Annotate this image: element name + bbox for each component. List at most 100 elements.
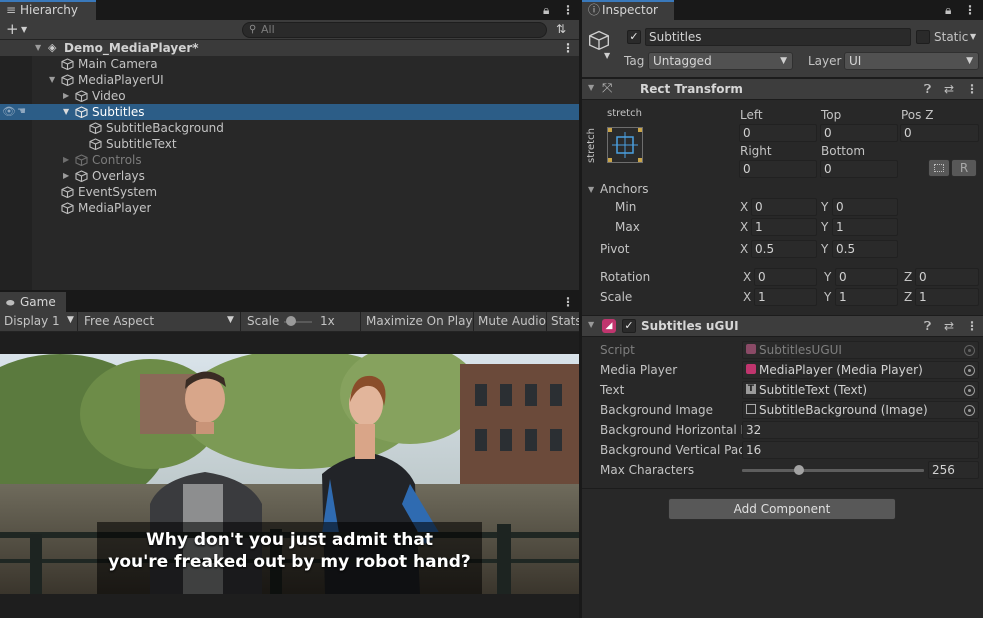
scene-row[interactable]: ▼ ◈ Demo_MediaPlayer* ⋮ [0, 40, 579, 56]
tag-dropdown[interactable]: Untagged ▼ [648, 52, 793, 70]
max-characters-slider-track[interactable] [742, 469, 924, 472]
subtitles-ugui-header[interactable]: ▼ ◢ ✓ Subtitles uGUI ❓︎ ⇄ ⋮ [582, 315, 983, 337]
collapse-arrow-icon[interactable]: ▶ [63, 152, 73, 168]
collapse-arrow-icon[interactable]: ▶ [63, 88, 73, 104]
help-icon[interactable]: ❓︎ [924, 319, 931, 334]
hierarchy-item-video[interactable]: ▶ Video [0, 88, 579, 104]
hierarchy-item-subtitletext[interactable]: SubtitleText [0, 136, 579, 152]
add-dropdown-icon[interactable]: ▼ [21, 21, 27, 39]
layer-dropdown[interactable]: UI ▼ [844, 52, 979, 70]
game-viewport[interactable]: Why don't you just admit that you're fre… [0, 354, 579, 594]
object-name-field[interactable]: Subtitles [645, 28, 911, 46]
search-input[interactable]: ⚲ All [242, 22, 547, 38]
search-placeholder: All [261, 23, 275, 36]
expand-arrow-icon[interactable]: ▼ [63, 104, 73, 120]
min-y-field[interactable]: 0 [832, 198, 898, 216]
visibility-eye-icon[interactable]: 👁︎ [2, 104, 16, 120]
scale-x-field[interactable]: 1 [754, 288, 817, 306]
pivot-y-field[interactable]: 0.5 [832, 240, 898, 258]
background-image-field[interactable]: SubtitleBackground (Image) [742, 401, 979, 419]
scale-z-field[interactable]: 1 [915, 288, 979, 306]
right-field[interactable]: 0 [739, 160, 817, 178]
hierarchy-item-controls[interactable]: ▶ Controls [0, 152, 579, 168]
rot-z-field[interactable]: 0 [915, 268, 979, 286]
item-label: MediaPlayer [78, 201, 152, 215]
display-dropdown[interactable]: Display 1 ▼ [0, 312, 78, 331]
kebab-menu-icon[interactable]: ⋮ [562, 292, 574, 312]
left-field[interactable]: 0 [739, 124, 817, 142]
active-checkbox[interactable]: ✓ [627, 30, 641, 44]
icon-dropdown-icon[interactable]: ▼ [604, 51, 610, 60]
object-picker-icon[interactable] [964, 385, 975, 396]
item-label: EventSystem [78, 185, 158, 199]
collapse-arrow-icon[interactable]: ▶ [63, 168, 73, 184]
raw-edit-button[interactable]: R [951, 159, 977, 177]
object-picker-icon[interactable] [964, 405, 975, 416]
component-enabled-checkbox[interactable]: ✓ [622, 319, 636, 333]
min-x-field[interactable]: 0 [751, 198, 817, 216]
tab-inspector[interactable]: ⓘ Inspector [582, 0, 674, 20]
bottom-field[interactable]: 0 [820, 160, 898, 178]
maximize-on-play-toggle[interactable]: Maximize On Play [360, 312, 473, 331]
rot-y-field[interactable]: 0 [835, 268, 898, 286]
max-x-field[interactable]: 1 [751, 218, 817, 236]
rot-x-field[interactable]: 0 [754, 268, 817, 286]
kebab-menu-icon[interactable]: ⋮ [964, 0, 976, 20]
help-icon[interactable]: ❓︎ [924, 82, 931, 97]
add-component-button[interactable]: Add Component [668, 498, 896, 520]
bg-vertical-padding-field[interactable]: 16 [742, 441, 979, 459]
sort-icon[interactable]: ⇅ [556, 20, 566, 39]
lock-icon[interactable]: 🔒︎ [543, 0, 549, 20]
expand-arrow-icon[interactable]: ▼ [35, 40, 45, 56]
presets-icon[interactable]: ⇄ [944, 82, 954, 96]
hierarchy-item-subtitlebackground[interactable]: SubtitleBackground [0, 120, 579, 136]
pivot-x-field[interactable]: 0.5 [751, 240, 817, 258]
static-checkbox[interactable] [916, 30, 930, 44]
static-dropdown-icon[interactable]: ▼ [970, 32, 976, 41]
hierarchy-item-overlays[interactable]: ▶ Overlays [0, 168, 579, 184]
rect-transform-header[interactable]: ▼ ⤧ Rect Transform ❓︎ ⇄ ⋮ [582, 78, 983, 100]
pick-hand-icon[interactable]: ☚ [17, 104, 26, 120]
scale-slider-thumb[interactable] [285, 316, 296, 326]
pivot-label: Pivot [600, 242, 630, 256]
hierarchy-item-main-camera[interactable]: Main Camera [0, 56, 579, 72]
bg-vertical-padding-label: Background Vertical Pad [600, 443, 746, 457]
foldout-arrow-icon[interactable]: ▼ [588, 320, 594, 329]
anchor-preset-button[interactable] [607, 127, 643, 163]
tab-game[interactable]: ⬬ Game [0, 292, 66, 312]
mute-audio-toggle[interactable]: Mute Audio [473, 312, 546, 331]
max-characters-slider-thumb[interactable] [793, 465, 804, 475]
component-menu-icon[interactable]: ⋮ [966, 319, 978, 333]
media-player-field[interactable]: MediaPlayer (Media Player) [742, 361, 979, 379]
text-field[interactable]: T SubtitleText (Text) [742, 381, 979, 399]
posz-field[interactable]: 0 [900, 124, 979, 142]
top-field[interactable]: 0 [820, 124, 898, 142]
blueprint-mode-button[interactable] [928, 159, 950, 177]
subtitle-line-2: you're freaked out by my robot hand? [108, 552, 471, 572]
anchors-foldout-icon[interactable]: ▼ [588, 185, 594, 194]
gameobject-cube-icon [61, 74, 74, 86]
presets-icon[interactable]: ⇄ [944, 319, 954, 333]
scene-menu-icon[interactable]: ⋮ [562, 40, 574, 56]
tab-hierarchy[interactable]: ≡ Hierarchy [0, 0, 96, 20]
min-label: Min [615, 200, 637, 214]
expand-arrow-icon[interactable]: ▼ [49, 72, 59, 88]
kebab-menu-icon[interactable]: ⋮ [562, 0, 574, 20]
object-picker-icon[interactable] [964, 365, 975, 376]
add-icon[interactable]: + [6, 20, 19, 39]
lock-icon[interactable]: 🔒︎ [945, 0, 951, 20]
stats-toggle[interactable]: Stats [546, 312, 579, 331]
scale-label: Scale [247, 314, 280, 328]
hierarchy-item-mediaplayer[interactable]: MediaPlayer [0, 200, 579, 216]
bg-horizontal-padding-field[interactable]: 32 [742, 421, 979, 439]
scale-label: Scale [600, 290, 633, 304]
component-menu-icon[interactable]: ⋮ [966, 82, 978, 96]
foldout-arrow-icon[interactable]: ▼ [588, 83, 594, 92]
aspect-dropdown[interactable]: Free Aspect ▼ [79, 312, 241, 331]
scale-y-field[interactable]: 1 [835, 288, 898, 306]
hierarchy-item-eventsystem[interactable]: EventSystem [0, 184, 579, 200]
hierarchy-item-subtitles[interactable]: 👁︎ ☚ ▼ Subtitles [0, 104, 579, 120]
max-y-field[interactable]: 1 [832, 218, 898, 236]
hierarchy-item-mediaplayerui[interactable]: ▼ MediaPlayerUI [0, 72, 579, 88]
max-characters-field[interactable]: 256 [928, 461, 979, 479]
